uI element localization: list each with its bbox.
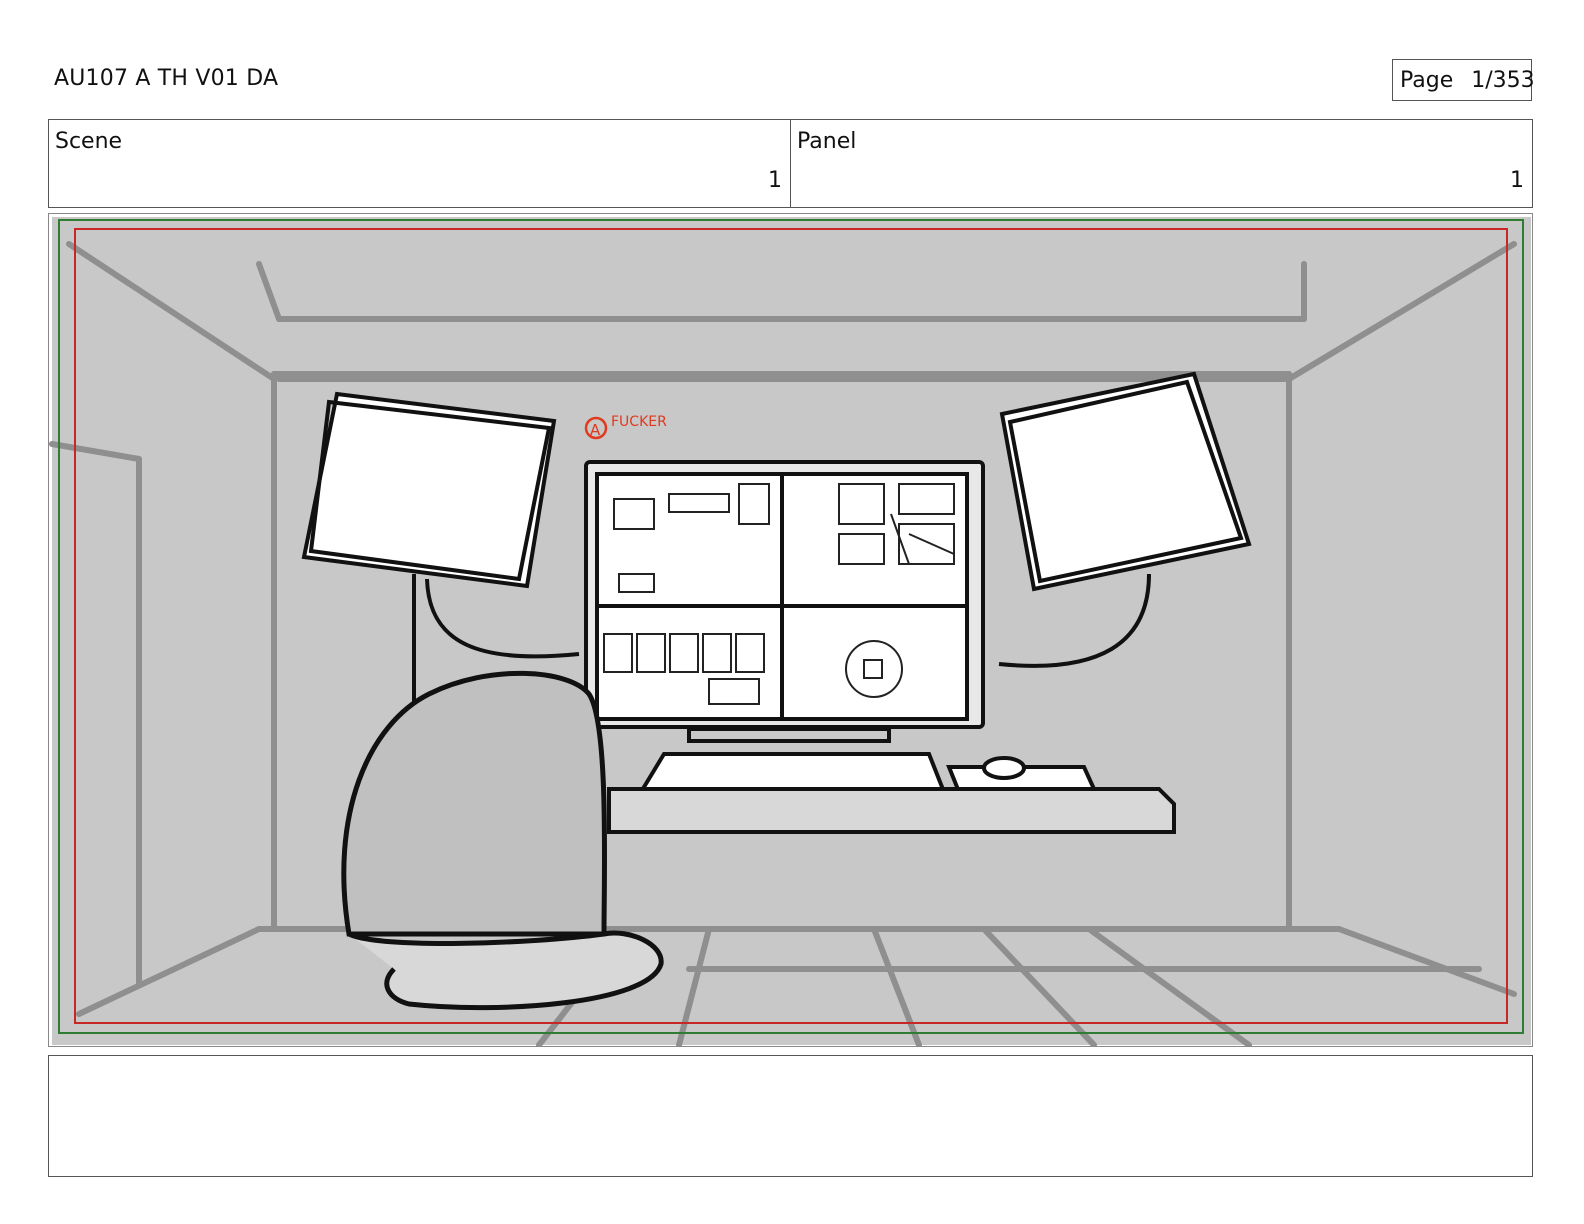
- center-monitor: [584, 460, 985, 743]
- panel-cell: Panel 1: [790, 120, 1532, 207]
- notes-box: [48, 1055, 1533, 1177]
- scene-panel-header: Scene 1 Panel 1: [48, 119, 1533, 208]
- page-indicator: Page 1/353: [1392, 59, 1535, 101]
- scene-number: 1: [768, 168, 782, 193]
- document-title: AU107 A TH V01 DA: [54, 66, 279, 91]
- page-label: Page: [1400, 67, 1454, 93]
- annotation-text: FUCKER: [611, 414, 667, 430]
- panel-number: 1: [1510, 168, 1524, 193]
- panel-label: Panel: [797, 129, 857, 154]
- storyboard-panel: A FUCKER: [48, 213, 1533, 1047]
- scene-label: Scene: [55, 129, 123, 154]
- page-value: 1/353: [1471, 67, 1535, 93]
- sketch-drawing: A FUCKER: [49, 217, 1531, 1046]
- scene-cell: Scene 1: [49, 120, 790, 207]
- annotation-circle-letter: A: [590, 421, 601, 439]
